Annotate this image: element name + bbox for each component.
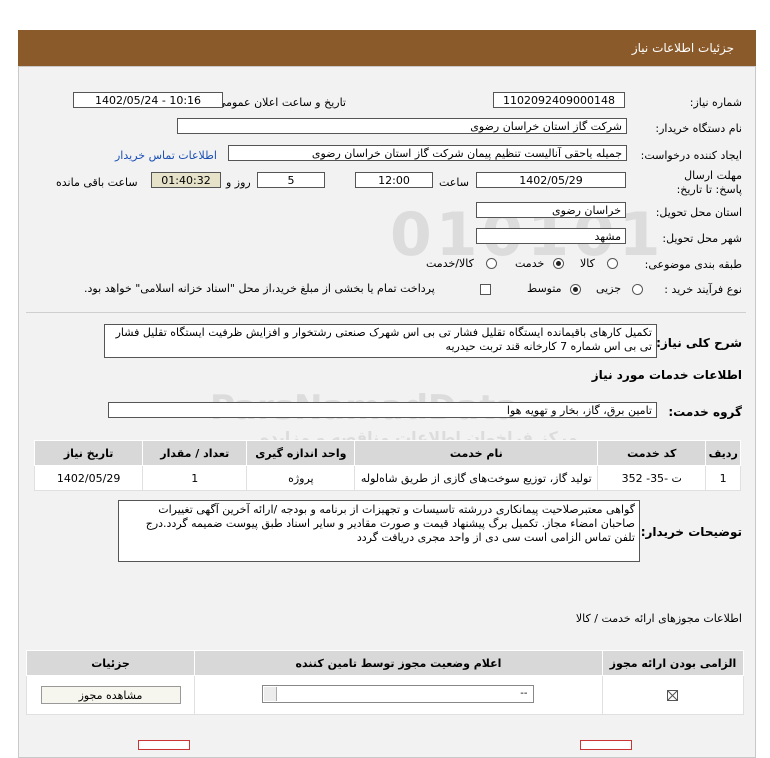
cell-permit-required	[601, 675, 745, 715]
remaining-label: ساعت باقی مانده	[56, 176, 138, 189]
permits-table-header: الزامی بودن ارائه مجوز اعلام وضعیت مجوز …	[25, 650, 745, 676]
col-code: کد خدمت	[597, 440, 707, 466]
service-group-field: تامین برق، گاز، بخار و تهویه هوا	[108, 402, 657, 418]
treasury-payment-note: پرداخت تمام یا بخشی از مبلغ خرید،از محل …	[84, 282, 435, 295]
treasury-payment-checkbox[interactable]	[480, 284, 491, 295]
summary-label: شرح کلی نیاز:	[656, 336, 742, 350]
days-label: روز و	[226, 176, 251, 189]
need-number-label: شماره نیاز:	[689, 96, 742, 109]
city-label: شهر محل تحویل:	[662, 232, 742, 245]
requester-label: ایجاد کننده درخواست:	[640, 149, 742, 162]
remaining-time-field: 01:40:32	[151, 172, 221, 188]
cell-name: تولید گاز، توزیع سوخت‌های گازی از طریق ش…	[354, 465, 599, 491]
announce-label: تاریخ و ساعت اعلان عمومی:	[213, 96, 346, 109]
deadline-time-field: 12:00	[355, 172, 433, 188]
select-arrow-icon	[264, 686, 278, 701]
buyer-notes-label: توضیحات خریدار:	[640, 525, 742, 539]
service-group-label: گروه خدمت:	[668, 405, 742, 419]
deadline-label: مهلت ارسال پاسخ: تا تاریخ:	[676, 169, 742, 196]
col-row: ردیف	[705, 440, 741, 466]
category-option-goods: کالا	[580, 257, 595, 270]
buyer-contact-link[interactable]: اطلاعات تماس خریدار	[115, 149, 217, 162]
page-title: جزئیات اطلاعات نیاز	[631, 41, 734, 55]
province-field: خراسان رضوی	[476, 202, 626, 218]
buyer-org-field: شرکت گاز استان خراسان رضوی	[177, 118, 627, 134]
permits-section-title: اطلاعات مجوزهای ارائه خدمت / کالا	[575, 612, 742, 625]
table-row: 1 ت -35- 352 تولید گاز، توزیع سوخت‌های گ…	[33, 465, 741, 491]
services-section-title: اطلاعات خدمات مورد نیاز	[591, 368, 742, 382]
page-header: جزئیات اطلاعات نیاز	[18, 30, 756, 66]
cell-permit-status: --	[194, 675, 603, 715]
col-unit: واحد اندازه گیری	[246, 440, 356, 466]
buyer-notes-text: گواهی معتبرصلاحیت پیمانکاری دررشته تاسیس…	[118, 500, 640, 562]
deadline-time-label: ساعت	[439, 176, 469, 189]
bottom-button-left[interactable]	[138, 740, 190, 750]
col-date: تاریخ نیاز	[33, 440, 144, 466]
col-qty: تعداد / مقدار	[142, 440, 248, 466]
cross-icon	[668, 691, 678, 700]
cell-row: 1	[705, 465, 741, 491]
bottom-button-right[interactable]	[580, 740, 632, 750]
deadline-date-field: 1402/05/29	[476, 172, 626, 188]
summary-text: تکمیل کارهای باقیمانده ایستگاه تقلیل فشا…	[104, 324, 657, 358]
category-radio-both[interactable]	[486, 258, 497, 269]
cell-unit: پروژه	[246, 465, 356, 491]
days-field: 5	[257, 172, 325, 188]
process-label: نوع فرآیند خرید :	[664, 283, 742, 296]
category-radio-goods[interactable]	[607, 258, 618, 269]
category-option-service: خدمت	[515, 257, 545, 270]
cell-code: ت -35- 352	[597, 465, 707, 491]
col-permit-required: الزامی بودن ارائه مجوز	[601, 650, 745, 676]
col-permit-details: جزئیات	[25, 650, 196, 676]
process-radio-medium[interactable]	[570, 284, 581, 295]
category-radio-service[interactable]	[553, 258, 564, 269]
cell-permit-details: مشاهده مجوز	[25, 675, 196, 715]
cell-date: 1402/05/29	[33, 465, 144, 491]
cell-qty: 1	[142, 465, 248, 491]
buyer-org-label: نام دستگاه خریدار:	[655, 122, 742, 135]
services-table: ردیف کد خدمت نام خدمت واحد اندازه گیری ت…	[33, 440, 741, 491]
services-table-header: ردیف کد خدمت نام خدمت واحد اندازه گیری ت…	[33, 440, 741, 466]
province-label: استان محل تحویل:	[655, 206, 742, 219]
col-permit-status: اعلام وضعیت مجوز توسط تامین کننده	[194, 650, 603, 676]
permit-status-value: --	[520, 687, 528, 699]
process-radio-minor[interactable]	[632, 284, 643, 295]
divider	[26, 312, 746, 313]
permit-status-select[interactable]: --	[262, 684, 535, 703]
need-number-field: 1102092409000148	[493, 92, 625, 108]
announce-field: 1402/05/24 - 10:16	[73, 92, 223, 108]
table-row: -- مشاهده مجوز	[25, 675, 745, 715]
permit-required-checkbox	[667, 690, 679, 701]
permits-table: الزامی بودن ارائه مجوز اعلام وضعیت مجوز …	[25, 650, 745, 715]
category-label: طبقه بندی موضوعی:	[644, 258, 742, 271]
process-option-medium: متوسط	[527, 282, 562, 295]
process-option-minor: جزیی	[596, 282, 622, 295]
col-name: نام خدمت	[354, 440, 599, 466]
view-permit-button[interactable]: مشاهده مجوز	[40, 686, 181, 704]
city-field: مشهد	[476, 228, 626, 244]
requester-field: جمیله یاحقی آنالیست تنظیم پیمان شرکت گاز…	[228, 145, 627, 161]
category-option-both: کالا/خدمت	[426, 257, 474, 270]
